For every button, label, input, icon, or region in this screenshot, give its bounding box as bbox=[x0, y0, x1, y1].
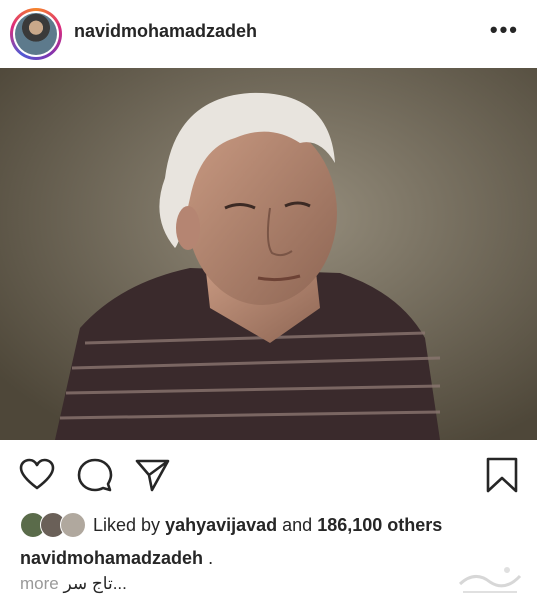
likes-prefix: Liked by bbox=[93, 515, 161, 535]
caption-more-row: more تاج سر... bbox=[20, 574, 127, 594]
caption: navidmohamadzadeh . bbox=[20, 548, 213, 569]
caption-text: تاج سر... bbox=[63, 574, 127, 593]
more-horizontal-icon[interactable]: ••• bbox=[490, 19, 519, 41]
post-header: navidmohamadzadeh ••• bbox=[0, 0, 537, 68]
liker-username-link[interactable]: yahyavijavad bbox=[165, 515, 277, 535]
story-ring[interactable] bbox=[10, 8, 62, 60]
likes-middle: and bbox=[282, 515, 313, 535]
liker-avatars[interactable] bbox=[20, 512, 86, 538]
watermark-logo bbox=[458, 567, 522, 593]
likes-text: Liked by yahyavijavad and 186,100 others bbox=[93, 515, 442, 536]
more-link[interactable]: more bbox=[20, 574, 59, 593]
action-bar bbox=[0, 445, 537, 505]
photo-illustration bbox=[0, 68, 537, 440]
avatar-image bbox=[15, 13, 57, 55]
comment-icon[interactable] bbox=[77, 457, 113, 493]
caption-suffix: . bbox=[208, 548, 214, 568]
username-link[interactable]: navidmohamadzadeh bbox=[74, 21, 257, 42]
caption-username-link[interactable]: navidmohamadzadeh bbox=[20, 548, 203, 568]
paper-plane-icon[interactable] bbox=[134, 457, 170, 493]
liker-avatar bbox=[60, 512, 86, 538]
heart-icon[interactable] bbox=[19, 457, 55, 493]
avatar[interactable] bbox=[13, 11, 59, 57]
likes-row: Liked by yahyavijavad and 186,100 others bbox=[20, 512, 530, 538]
bookmark-icon[interactable] bbox=[484, 457, 520, 493]
likes-others-link[interactable]: 186,100 others bbox=[317, 515, 442, 535]
post-image[interactable] bbox=[0, 68, 537, 440]
